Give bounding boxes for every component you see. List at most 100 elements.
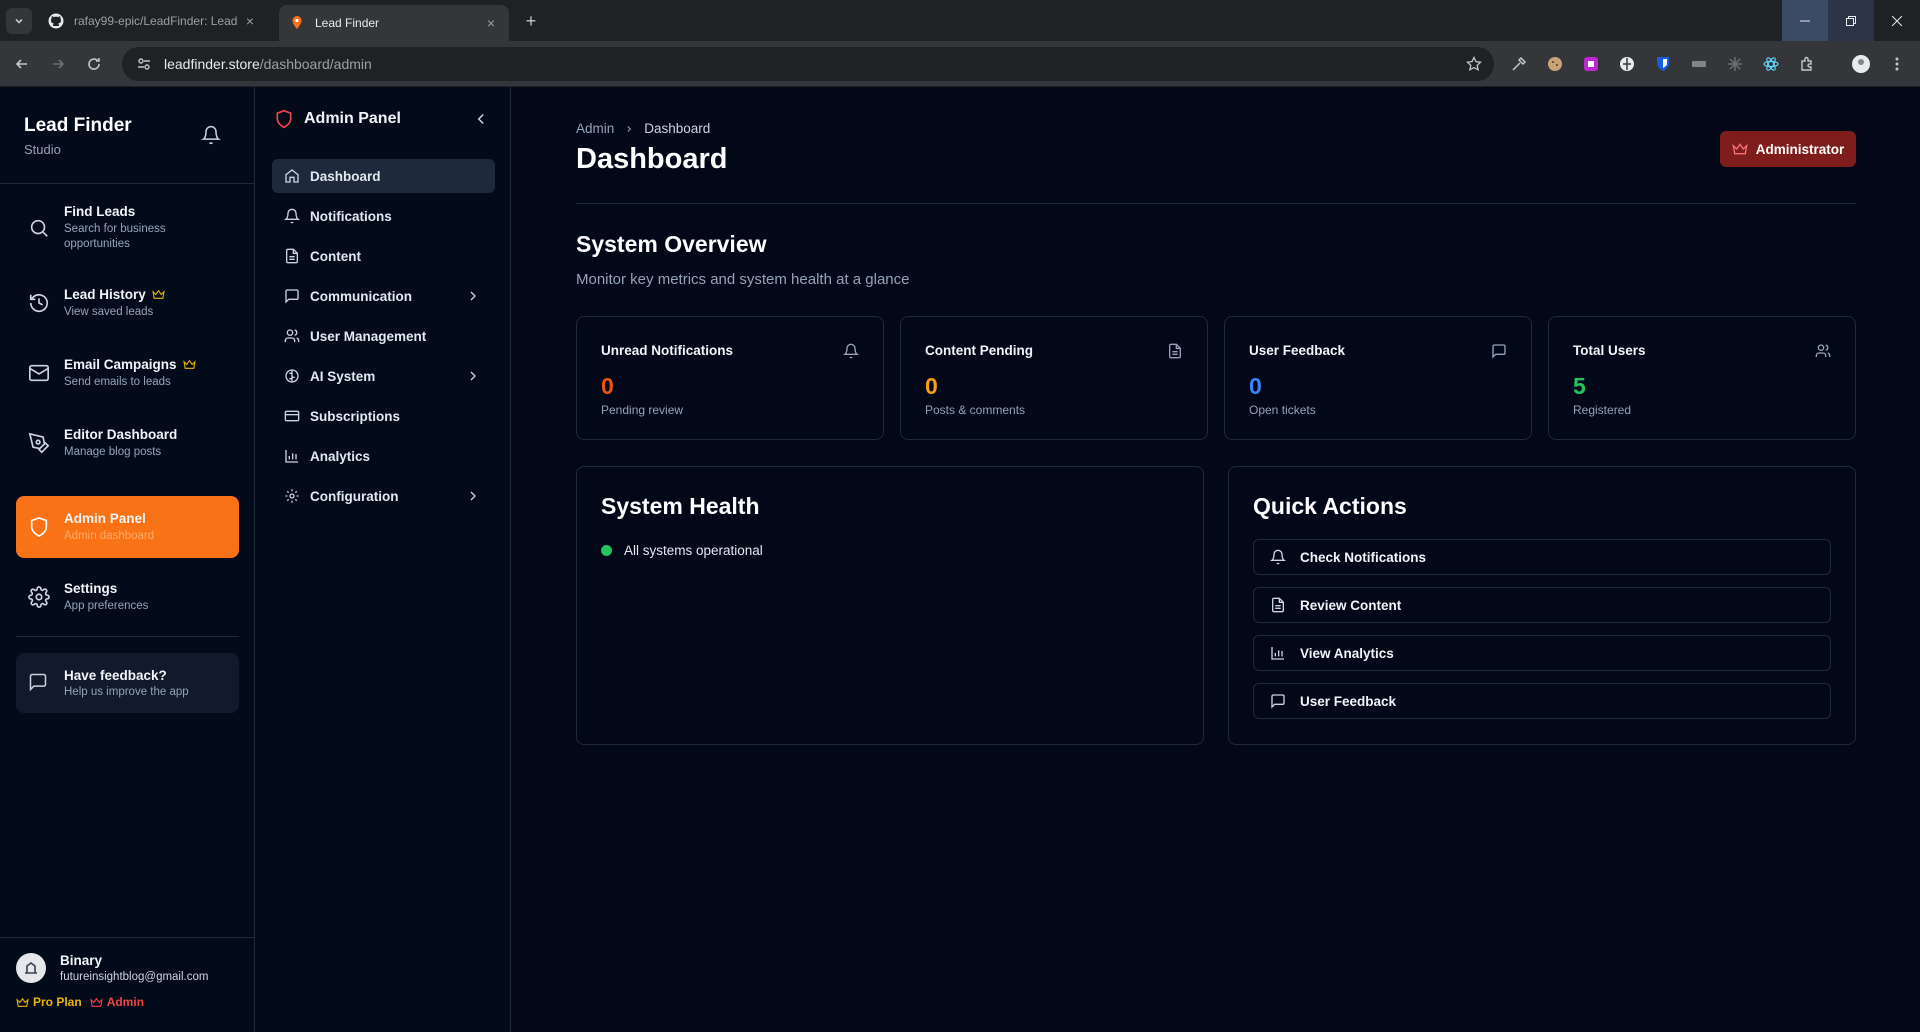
forward-icon[interactable] <box>46 52 70 76</box>
button-label: User Feedback <box>1300 693 1397 709</box>
sidebar-item-editor-dashboard[interactable]: Editor Dashboard Manage blog posts <box>16 417 239 469</box>
divider <box>576 203 1856 204</box>
users-icon <box>284 328 300 344</box>
chevron-right-icon <box>465 288 481 304</box>
crown-icon <box>1732 141 1748 157</box>
breadcrumb-admin[interactable]: Admin <box>576 121 614 136</box>
file-icon <box>1270 597 1286 613</box>
subnav-item-dashboard[interactable]: Dashboard <box>272 159 495 193</box>
chevron-right-icon <box>624 124 634 134</box>
view-analytics-button[interactable]: View Analytics <box>1253 635 1831 671</box>
spark-extension-icon[interactable] <box>1724 53 1746 75</box>
review-content-button[interactable]: Review Content <box>1253 587 1831 623</box>
subnav-item-label: Dashboard <box>310 168 381 184</box>
browser-tabbar: rafay99-epic/LeadFinder: Lead × Lead Fin… <box>0 0 1920 41</box>
pin-icon <box>289 15 305 31</box>
site-settings-icon[interactable] <box>134 54 154 74</box>
extensions-puzzle-icon[interactable] <box>1796 53 1818 75</box>
stat-card-user-feedback: User Feedback 0 Open tickets <box>1224 316 1532 440</box>
tab-title: Lead Finder <box>315 16 380 30</box>
close-icon[interactable]: × <box>242 13 258 29</box>
stat-value: 0 <box>601 373 614 399</box>
bell-icon <box>843 343 859 359</box>
color-picker-extension-icon[interactable] <box>1508 53 1530 75</box>
brain-icon <box>284 368 300 384</box>
pen-icon <box>28 432 50 454</box>
feedback-card[interactable]: Have feedback? Help us improve the app <box>16 653 239 713</box>
cookie-extension-icon[interactable] <box>1544 53 1566 75</box>
subnav-item-content[interactable]: Content <box>272 239 495 273</box>
sidebar-item-lead-history[interactable]: Lead History View saved leads <box>16 277 239 329</box>
sidebar-item-label: Email Campaigns <box>64 356 177 372</box>
avatar <box>16 953 46 983</box>
subnav-item-label: Subscriptions <box>310 408 401 424</box>
subnav-item-communication[interactable]: Communication <box>272 279 495 313</box>
check-notifications-button[interactable]: Check Notifications <box>1253 539 1831 575</box>
administrator-button[interactable]: Administrator <box>1720 131 1856 167</box>
new-tab-button[interactable]: + <box>520 10 542 32</box>
subnav-item-notifications[interactable]: Notifications <box>272 199 495 233</box>
bell-icon[interactable] <box>201 125 221 145</box>
close-icon[interactable]: × <box>483 15 499 31</box>
message-icon <box>1491 343 1507 359</box>
subnav-item-configuration[interactable]: Configuration <box>272 479 495 513</box>
bookmark-star-icon[interactable] <box>1466 56 1482 72</box>
sidebar-item-label: Admin Panel <box>64 510 146 526</box>
button-label: View Analytics <box>1300 645 1394 661</box>
url-text: leadfinder.store/dashboard/admin <box>164 56 372 72</box>
subnav-item-user-management[interactable]: User Management <box>272 319 495 353</box>
profile-avatar-icon[interactable] <box>1850 53 1872 75</box>
stat-card-content-pending: Content Pending 0 Posts & comments <box>900 316 1208 440</box>
stat-subtitle: Open tickets <box>1249 403 1316 417</box>
chevron-right-icon <box>465 488 481 504</box>
tab-title: rafay99-epic/LeadFinder: Lead <box>74 14 238 28</box>
minimize-icon[interactable] <box>1782 0 1828 41</box>
subnav-item-analytics[interactable]: Analytics <box>272 439 495 473</box>
subnav-item-label: User Management <box>310 328 427 344</box>
panel-title: System Health <box>601 493 760 519</box>
divider <box>0 183 255 184</box>
pro-plan-badge: Pro Plan <box>16 995 82 1009</box>
react-devtools-icon[interactable] <box>1760 53 1782 75</box>
main-content: Admin Dashboard Dashboard Administrator … <box>512 87 1920 1032</box>
sidebar-item-admin-panel[interactable]: Admin Panel Admin dashboard <box>16 496 239 558</box>
dots-extension-icon[interactable] <box>1688 53 1710 75</box>
sidebar-item-settings[interactable]: Settings App preferences <box>16 571 239 623</box>
globe-extension-icon[interactable] <box>1616 53 1638 75</box>
window-controls <box>1782 0 1920 41</box>
browser-tab-github[interactable]: rafay99-epic/LeadFinder: Lead × <box>38 5 268 37</box>
brand: Lead Finder Studio <box>24 115 132 157</box>
sidebar-item-find-leads[interactable]: Find Leads Search for business opportuni… <box>16 199 239 257</box>
app-root: Lead Finder Studio Find Leads Search for… <box>0 87 1920 1032</box>
brand-name: Lead Finder <box>24 115 132 136</box>
subnav-item-label: Communication <box>310 288 413 304</box>
panel-title: Quick Actions <box>1253 493 1407 519</box>
bell-icon <box>284 208 300 224</box>
message-icon <box>284 288 300 304</box>
restore-icon[interactable] <box>1828 0 1874 41</box>
reload-icon[interactable] <box>82 52 106 76</box>
bitwarden-icon[interactable] <box>1652 53 1674 75</box>
shield-icon <box>274 109 294 129</box>
address-bar[interactable]: leadfinder.store/dashboard/admin <box>122 47 1494 81</box>
browser-tab-leadfinder[interactable]: Lead Finder × <box>279 5 509 41</box>
subnav-item-subscriptions[interactable]: Subscriptions <box>272 399 495 433</box>
sidebar-item-email-campaigns[interactable]: Email Campaigns Send emails to leads <box>16 347 239 399</box>
back-icon[interactable] <box>10 52 34 76</box>
browser-menu-icon[interactable] <box>1886 53 1908 75</box>
purple-extension-icon[interactable] <box>1580 53 1602 75</box>
user-email: futureinsightblog@gmail.com <box>60 971 209 983</box>
user-feedback-button[interactable]: User Feedback <box>1253 683 1831 719</box>
sidebar-item-sub: Manage blog posts <box>64 445 162 458</box>
divider <box>0 937 255 938</box>
subnav-item-label: AI System <box>310 368 376 384</box>
chevron-left-icon[interactable] <box>472 110 490 128</box>
crown-icon <box>16 996 29 1009</box>
sidebar-item-sub: Send emails to leads <box>64 375 171 388</box>
shield-icon <box>28 516 50 538</box>
chart-icon <box>1270 645 1286 661</box>
crown-icon <box>89 996 103 1009</box>
subnav-item-ai-system[interactable]: AI System <box>272 359 495 393</box>
close-window-icon[interactable] <box>1874 0 1920 41</box>
tab-list-button[interactable] <box>6 8 32 34</box>
